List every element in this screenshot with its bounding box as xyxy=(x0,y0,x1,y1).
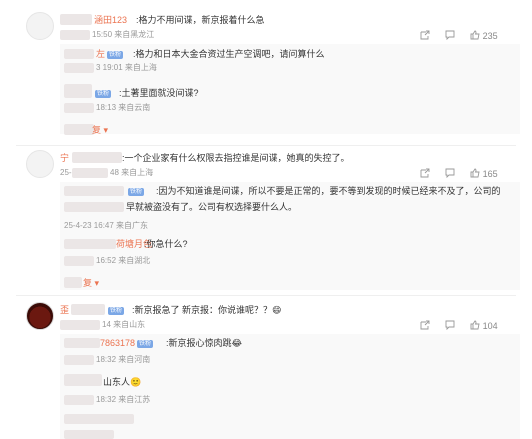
fan-badge: 铁粉 xyxy=(108,307,125,315)
reply-author[interactable]: 铁粉 xyxy=(126,185,146,197)
like-count: 104 xyxy=(482,321,498,331)
comment-actions: 104 xyxy=(420,320,498,332)
reply-text: :土著里面就没间谍? xyxy=(119,88,199,98)
reply-author[interactable]: 7863178 铁粉 xyxy=(100,337,155,349)
reply-meta: 25-4-23 16:47 来自广东 xyxy=(64,221,149,230)
comment-actions: 235 xyxy=(420,30,498,42)
comment-feed: 涵田123 :格力不用间谍，新京报着什么急 15:50 来自黑龙江 235 左铁… xyxy=(0,0,532,439)
thumb-up-icon[interactable] xyxy=(470,320,480,332)
reply-author[interactable]: 左铁粉 xyxy=(96,48,125,60)
comment-actions: 165 xyxy=(420,168,498,180)
redacted-name xyxy=(64,239,116,249)
reply-text: :你急什么? xyxy=(144,239,188,249)
redacted-date xyxy=(64,355,94,365)
reply-author[interactable]: 铁粉 xyxy=(93,87,113,99)
share-icon[interactable] xyxy=(420,30,430,42)
reply-meta: 18:32 来自河南 xyxy=(96,355,151,364)
share-icon[interactable] xyxy=(420,168,430,180)
avatar[interactable] xyxy=(26,150,54,178)
like-count: 165 xyxy=(482,169,498,179)
comment-icon[interactable] xyxy=(445,168,455,180)
redacted-date xyxy=(72,168,108,178)
like-count: 235 xyxy=(482,31,498,41)
comment-meta-2: 48 来自上海 xyxy=(110,168,154,177)
more-replies-link[interactable]: 复 ▾ xyxy=(92,124,108,136)
comment-meta: 15:50 来自黑龙江 xyxy=(92,30,155,39)
reply-text: :新京报心惊肉跳😂 xyxy=(166,338,243,348)
redacted-name xyxy=(64,338,100,348)
fan-badge-wrap: 铁粉 xyxy=(106,304,126,316)
redacted-name xyxy=(71,304,105,315)
fan-badge: 铁粉 xyxy=(95,90,112,98)
fan-badge: 铁粉 xyxy=(107,51,124,59)
thumb-up-icon[interactable] xyxy=(470,30,480,42)
redacted-date xyxy=(60,320,100,330)
reply-meta: 18:13 来自云南 xyxy=(96,103,151,112)
comment-text: :格力不用间谍，新京报着什么急 xyxy=(136,15,265,25)
redacted-text xyxy=(64,414,134,424)
redacted-date xyxy=(64,395,94,405)
reply-meta: 16:52 来自湖北 xyxy=(96,256,151,265)
avatar[interactable] xyxy=(26,302,54,330)
more-replies-link[interactable]: 复 ▾ xyxy=(83,277,99,289)
reply-text: :因为不知道谁是间谍，所以不要是正常的，要不等到发现的时候已经来不及了，公司的 xyxy=(156,186,501,196)
reply-meta: 3 19:01 来自上海 xyxy=(96,63,157,72)
redacted-date xyxy=(64,103,94,113)
avatar[interactable] xyxy=(26,12,54,40)
reply-text-continued: 早就被盗没有了。公司有权选择要什么人。 xyxy=(126,202,298,212)
comment-text: :新京报急了 新京报：你说谁呢？？😄 xyxy=(132,305,282,315)
redacted-text xyxy=(64,202,124,212)
redacted-name xyxy=(72,152,122,163)
comment-meta: 25- xyxy=(60,168,72,177)
thumb-up-icon[interactable] xyxy=(470,168,480,180)
redacted-avatar xyxy=(64,49,94,59)
redacted-text xyxy=(64,124,94,135)
divider xyxy=(16,145,516,146)
comment-icon[interactable] xyxy=(445,30,455,42)
redacted-text xyxy=(64,430,114,439)
reply-text: :格力和日本大金合资过生产空调吧，请问算什么 xyxy=(133,49,325,59)
divider xyxy=(16,295,516,296)
redacted-date xyxy=(64,63,94,73)
redacted-date xyxy=(64,256,94,266)
reply-text: 山东人🙂 xyxy=(103,377,142,387)
reply-meta: 18:32 来自江苏 xyxy=(96,395,151,404)
comment-text: :一个企业家有什么权限去指控谁是间谍，她真的失控了。 xyxy=(122,153,350,163)
comment-meta: 14 来自山东 xyxy=(102,320,146,329)
redacted-name xyxy=(60,14,92,25)
redacted-date xyxy=(60,30,90,40)
redacted-name xyxy=(64,374,102,386)
reply-list xyxy=(60,182,520,290)
redacted-name xyxy=(64,186,124,196)
redacted-text xyxy=(64,277,82,288)
fan-badge: 铁粉 xyxy=(137,340,154,348)
comment-author[interactable]: 涵田123 xyxy=(94,14,127,26)
fan-badge: 铁粉 xyxy=(128,188,145,196)
share-icon[interactable] xyxy=(420,320,430,332)
comment-icon[interactable] xyxy=(445,320,455,332)
comment-author[interactable]: 宁 xyxy=(60,152,69,164)
comment-author[interactable]: 歪 xyxy=(60,304,69,316)
redacted-avatar xyxy=(64,84,92,98)
